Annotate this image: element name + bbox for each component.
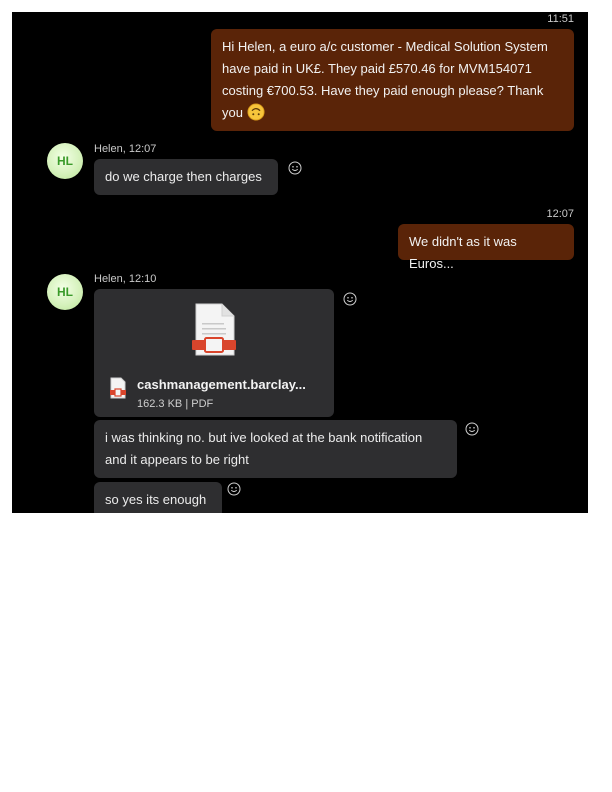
received-message-bubble[interactable]: i was thinking no. but ive looked at the… xyxy=(94,420,457,478)
message-text-line: i was thinking no. but ive looked at the… xyxy=(105,430,423,445)
pdf-document-preview-icon xyxy=(192,303,236,356)
message-text-line: have paid in UK£. They paid £570.46 for … xyxy=(222,61,532,76)
avatar[interactable]: HL xyxy=(47,143,83,179)
message-timestamp: 12:07 xyxy=(546,208,574,220)
file-attachment-card[interactable]: cashmanagement.barclay... 162.3 KB | PDF xyxy=(94,289,334,417)
message-timestamp: 11:51 xyxy=(547,13,574,25)
message-text-line: Hi Helen, a euro a/c customer - Medical … xyxy=(222,39,548,54)
message-text-line: and it appears to be right xyxy=(105,452,249,467)
smiley-react-icon[interactable] xyxy=(288,161,302,175)
smiley-react-icon[interactable] xyxy=(343,292,357,306)
smiley-react-icon[interactable] xyxy=(227,482,241,496)
file-size: 162.3 KB xyxy=(137,398,183,410)
sent-message-bubble[interactable]: Hi Helen, a euro a/c customer - Medical … xyxy=(211,29,574,131)
message-text: We didn't as it was Euros... xyxy=(409,234,517,271)
sender-meta: Helen, 12:10 xyxy=(94,273,157,285)
message-text: do we charge then charges xyxy=(105,169,262,184)
message-text-word: you xyxy=(222,105,243,120)
message-text: so yes its enough xyxy=(105,492,207,507)
chat-thread: 11:51 Hi Helen, a euro a/c customer - Me… xyxy=(12,12,588,513)
message-text-line: you xyxy=(222,102,563,124)
smiley-react-icon[interactable] xyxy=(465,422,479,436)
received-message-bubble[interactable]: so yes its enough xyxy=(94,482,222,513)
upside-down-face-emoji-icon xyxy=(247,103,265,121)
avatar[interactable]: HL xyxy=(47,274,83,310)
file-meta: 162.3 KB | PDF xyxy=(137,393,213,415)
sent-message-bubble[interactable]: We didn't as it was Euros... xyxy=(398,224,574,271)
received-message-bubble[interactable]: do we charge then charges xyxy=(94,159,278,195)
message-text-line: costing €700.53. Have they paid enough p… xyxy=(222,83,544,98)
pdf-file-icon xyxy=(110,377,126,399)
sender-meta: Helen, 12:07 xyxy=(94,143,157,155)
file-type: PDF xyxy=(191,398,214,410)
